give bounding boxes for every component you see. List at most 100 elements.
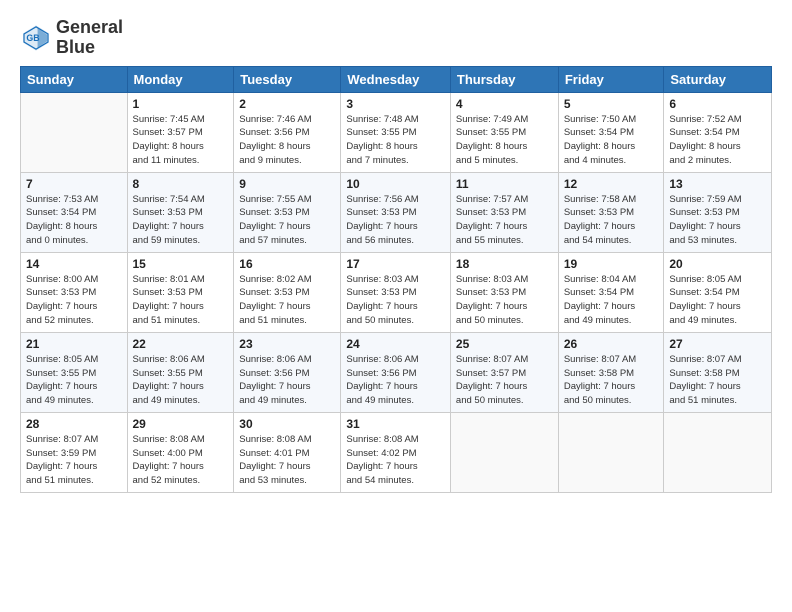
logo-icon: GB xyxy=(20,22,52,54)
calendar-cell: 23 Sunrise: 8:06 AM Sunset: 3:56 PM Dayli… xyxy=(234,332,341,412)
day-number: 1 xyxy=(133,97,229,111)
header: GB General Blue xyxy=(20,18,772,58)
calendar-cell: 25 Sunrise: 8:07 AM Sunset: 3:57 PM Dayli… xyxy=(450,332,558,412)
day-info: Sunrise: 8:04 AM Sunset: 3:54 PM Dayligh… xyxy=(564,273,659,328)
calendar-cell: 16 Sunrise: 8:02 AM Sunset: 3:53 PM Dayli… xyxy=(234,252,341,332)
day-info: Sunrise: 8:00 AM Sunset: 3:53 PM Dayligh… xyxy=(26,273,122,328)
day-info: Sunrise: 8:06 AM Sunset: 3:56 PM Dayligh… xyxy=(346,353,445,408)
day-number: 23 xyxy=(239,337,335,351)
day-number: 13 xyxy=(669,177,766,191)
calendar-cell: 18 Sunrise: 8:03 AM Sunset: 3:53 PM Dayli… xyxy=(450,252,558,332)
calendar-cell: 22 Sunrise: 8:06 AM Sunset: 3:55 PM Dayli… xyxy=(127,332,234,412)
calendar-header-row: SundayMondayTuesdayWednesdayThursdayFrid… xyxy=(21,66,772,92)
calendar-cell: 28 Sunrise: 8:07 AM Sunset: 3:59 PM Dayli… xyxy=(21,412,128,492)
calendar-cell: 2Sunrise: 7:46 AM Sunset: 3:56 PM Daylig… xyxy=(234,92,341,172)
calendar-week-row: 28 Sunrise: 8:07 AM Sunset: 3:59 PM Dayli… xyxy=(21,412,772,492)
day-number: 26 xyxy=(564,337,659,351)
day-info: Sunrise: 8:07 AM Sunset: 3:59 PM Dayligh… xyxy=(26,433,122,488)
day-info: Sunrise: 7:50 AM Sunset: 3:54 PM Dayligh… xyxy=(564,113,659,168)
calendar-day-header: Wednesday xyxy=(341,66,451,92)
calendar-cell: 13Sunrise: 7:59 AM Sunset: 3:53 PM Dayli… xyxy=(664,172,772,252)
logo: GB General Blue xyxy=(20,18,123,58)
day-number: 7 xyxy=(26,177,122,191)
day-info: Sunrise: 7:49 AM Sunset: 3:55 PM Dayligh… xyxy=(456,113,553,168)
day-info: Sunrise: 7:54 AM Sunset: 3:53 PM Dayligh… xyxy=(133,193,229,248)
day-info: Sunrise: 8:03 AM Sunset: 3:53 PM Dayligh… xyxy=(456,273,553,328)
calendar-cell: 17Sunrise: 8:03 AM Sunset: 3:53 PM Dayli… xyxy=(341,252,451,332)
day-number: 9 xyxy=(239,177,335,191)
day-info: Sunrise: 8:07 AM Sunset: 3:57 PM Dayligh… xyxy=(456,353,553,408)
calendar-cell: 27 Sunrise: 8:07 AM Sunset: 3:58 PM Dayli… xyxy=(664,332,772,412)
day-number: 20 xyxy=(669,257,766,271)
day-info: Sunrise: 8:08 AM Sunset: 4:02 PM Dayligh… xyxy=(346,433,445,488)
day-number: 22 xyxy=(133,337,229,351)
calendar-table: SundayMondayTuesdayWednesdayThursdayFrid… xyxy=(20,66,772,493)
calendar-cell: 10 Sunrise: 7:56 AM Sunset: 3:53 PM Dayli… xyxy=(341,172,451,252)
day-number: 4 xyxy=(456,97,553,111)
day-number: 27 xyxy=(669,337,766,351)
calendar-cell: 7 Sunrise: 7:53 AM Sunset: 3:54 PM Daylig… xyxy=(21,172,128,252)
calendar-day-header: Thursday xyxy=(450,66,558,92)
day-number: 30 xyxy=(239,417,335,431)
day-info: Sunrise: 7:46 AM Sunset: 3:56 PM Dayligh… xyxy=(239,113,335,168)
calendar-cell: 20 Sunrise: 8:05 AM Sunset: 3:54 PM Dayli… xyxy=(664,252,772,332)
calendar-day-header: Sunday xyxy=(21,66,128,92)
day-info: Sunrise: 7:48 AM Sunset: 3:55 PM Dayligh… xyxy=(346,113,445,168)
calendar-cell: 3 Sunrise: 7:48 AM Sunset: 3:55 PM Daylig… xyxy=(341,92,451,172)
day-number: 5 xyxy=(564,97,659,111)
day-number: 21 xyxy=(26,337,122,351)
day-number: 11 xyxy=(456,177,553,191)
calendar-cell: 5 Sunrise: 7:50 AM Sunset: 3:54 PM Daylig… xyxy=(558,92,664,172)
day-info: Sunrise: 8:06 AM Sunset: 3:55 PM Dayligh… xyxy=(133,353,229,408)
calendar-week-row: 7 Sunrise: 7:53 AM Sunset: 3:54 PM Daylig… xyxy=(21,172,772,252)
logo-text-general: General xyxy=(56,18,123,38)
calendar-week-row: 14 Sunrise: 8:00 AM Sunset: 3:53 PM Dayli… xyxy=(21,252,772,332)
calendar-cell: 26 Sunrise: 8:07 AM Sunset: 3:58 PM Dayli… xyxy=(558,332,664,412)
calendar-cell: 31 Sunrise: 8:08 AM Sunset: 4:02 PM Dayli… xyxy=(341,412,451,492)
calendar-cell: 21 Sunrise: 8:05 AM Sunset: 3:55 PM Dayli… xyxy=(21,332,128,412)
day-info: Sunrise: 8:05 AM Sunset: 3:54 PM Dayligh… xyxy=(669,273,766,328)
calendar-cell: 19Sunrise: 8:04 AM Sunset: 3:54 PM Dayli… xyxy=(558,252,664,332)
day-info: Sunrise: 8:07 AM Sunset: 3:58 PM Dayligh… xyxy=(669,353,766,408)
calendar-cell: 6 Sunrise: 7:52 AM Sunset: 3:54 PM Daylig… xyxy=(664,92,772,172)
day-number: 10 xyxy=(346,177,445,191)
day-number: 25 xyxy=(456,337,553,351)
calendar-day-header: Saturday xyxy=(664,66,772,92)
day-number: 14 xyxy=(26,257,122,271)
day-number: 18 xyxy=(456,257,553,271)
calendar-week-row: 21 Sunrise: 8:05 AM Sunset: 3:55 PM Dayli… xyxy=(21,332,772,412)
day-info: Sunrise: 8:02 AM Sunset: 3:53 PM Dayligh… xyxy=(239,273,335,328)
day-info: Sunrise: 7:55 AM Sunset: 3:53 PM Dayligh… xyxy=(239,193,335,248)
calendar-cell xyxy=(21,92,128,172)
day-number: 8 xyxy=(133,177,229,191)
calendar-cell: 1Sunrise: 7:45 AM Sunset: 3:57 PM Daylig… xyxy=(127,92,234,172)
calendar-cell: 15Sunrise: 8:01 AM Sunset: 3:53 PM Dayli… xyxy=(127,252,234,332)
day-info: Sunrise: 8:05 AM Sunset: 3:55 PM Dayligh… xyxy=(26,353,122,408)
calendar-cell: 11 Sunrise: 7:57 AM Sunset: 3:53 PM Dayli… xyxy=(450,172,558,252)
day-number: 31 xyxy=(346,417,445,431)
calendar-cell: 9 Sunrise: 7:55 AM Sunset: 3:53 PM Daylig… xyxy=(234,172,341,252)
day-info: Sunrise: 7:57 AM Sunset: 3:53 PM Dayligh… xyxy=(456,193,553,248)
calendar-cell: 4 Sunrise: 7:49 AM Sunset: 3:55 PM Daylig… xyxy=(450,92,558,172)
day-info: Sunrise: 7:52 AM Sunset: 3:54 PM Dayligh… xyxy=(669,113,766,168)
day-number: 3 xyxy=(346,97,445,111)
day-number: 12 xyxy=(564,177,659,191)
svg-text:GB: GB xyxy=(26,33,39,43)
calendar-cell: 8 Sunrise: 7:54 AM Sunset: 3:53 PM Daylig… xyxy=(127,172,234,252)
calendar-day-header: Friday xyxy=(558,66,664,92)
day-info: Sunrise: 7:56 AM Sunset: 3:53 PM Dayligh… xyxy=(346,193,445,248)
day-info: Sunrise: 7:58 AM Sunset: 3:53 PM Dayligh… xyxy=(564,193,659,248)
calendar-day-header: Monday xyxy=(127,66,234,92)
day-info: Sunrise: 8:08 AM Sunset: 4:01 PM Dayligh… xyxy=(239,433,335,488)
day-number: 29 xyxy=(133,417,229,431)
day-info: Sunrise: 8:06 AM Sunset: 3:56 PM Dayligh… xyxy=(239,353,335,408)
calendar-day-header: Tuesday xyxy=(234,66,341,92)
day-number: 6 xyxy=(669,97,766,111)
day-number: 28 xyxy=(26,417,122,431)
calendar-week-row: 1Sunrise: 7:45 AM Sunset: 3:57 PM Daylig… xyxy=(21,92,772,172)
day-info: Sunrise: 7:53 AM Sunset: 3:54 PM Dayligh… xyxy=(26,193,122,248)
calendar-cell xyxy=(558,412,664,492)
page: GB General Blue SundayMondayTuesdayWedne… xyxy=(0,0,792,612)
day-number: 16 xyxy=(239,257,335,271)
day-info: Sunrise: 8:07 AM Sunset: 3:58 PM Dayligh… xyxy=(564,353,659,408)
